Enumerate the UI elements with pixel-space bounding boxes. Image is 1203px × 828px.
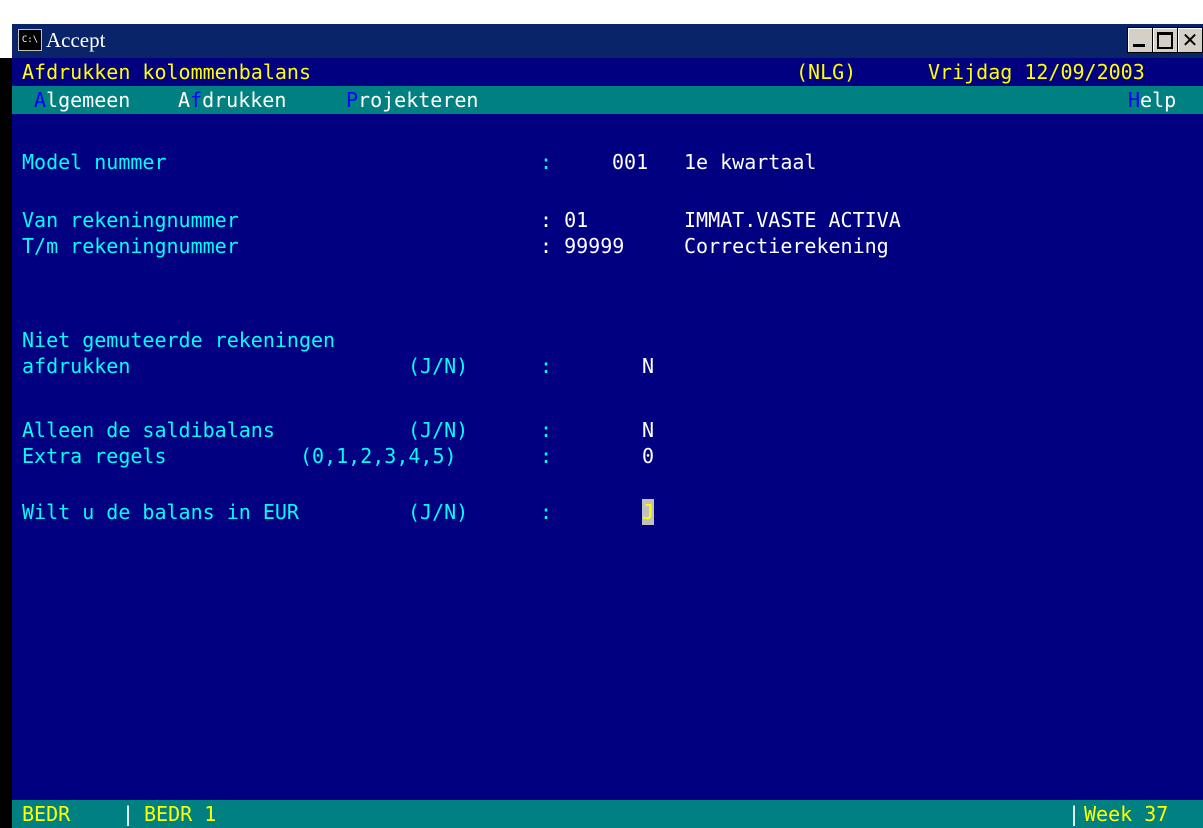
minimize-button[interactable] xyxy=(1127,27,1153,53)
console-window: C:\ Accept ✕ Afdrukken kolommenbalans (N… xyxy=(0,0,1203,828)
to-account-value[interactable]: : 99999 xyxy=(540,233,624,259)
from-account-label: Van rekeningnummer xyxy=(22,208,239,232)
eur-balance-label: Wilt u de balans in EUR xyxy=(22,500,299,524)
from-account-description: IMMAT.VASTE ACTIVA xyxy=(684,208,901,232)
to-account-label: T/m rekeningnummer xyxy=(22,234,239,258)
model-number-value[interactable]: 001 xyxy=(612,149,648,175)
menu-afdrukken-pre: A xyxy=(178,88,191,112)
date-display: Vrijdag 12/09/2003 xyxy=(928,60,1145,84)
minimize-icon xyxy=(1133,44,1145,47)
balance-only-label: Alleen de saldibalans xyxy=(22,418,275,442)
menu-projekteren-hotkey: P xyxy=(346,88,359,112)
status-left: BEDR xyxy=(22,802,71,826)
extra-lines-options: (0,1,2,3,4,5) xyxy=(300,444,457,468)
menu-algemeen-hotkey: A xyxy=(34,88,47,112)
print-options: (J/N) xyxy=(408,354,469,378)
screen-title: Afdrukken kolommenbalans xyxy=(22,60,311,84)
terminal-screen: Afdrukken kolommenbalans (NLG) Vrijdag 1… xyxy=(12,58,1203,828)
status-week: Week 37 xyxy=(1084,802,1169,826)
from-account-value[interactable]: : 01 xyxy=(540,207,588,233)
status-bar: BEDR | BEDR 1 | Week 37 xyxy=(12,800,1203,828)
balance-only-colon: : xyxy=(540,418,553,442)
window-title: Accept xyxy=(46,28,106,52)
menu-algemeen[interactable]: Algemeen xyxy=(34,86,130,114)
menu-bar: Algemeen Afdrukken Projekteren Help xyxy=(12,86,1203,114)
print-unchanged-value[interactable]: N xyxy=(642,353,654,379)
maximize-button[interactable] xyxy=(1152,27,1178,53)
menu-afdrukken-hotkey: f xyxy=(190,88,203,112)
balance-only-value[interactable]: N xyxy=(642,417,654,443)
menu-algemeen-label: lgemeen xyxy=(46,88,131,112)
menu-afdrukken-label: drukken xyxy=(202,88,287,112)
maximize-icon xyxy=(1157,32,1173,49)
to-account-description: Correctierekening xyxy=(684,234,889,258)
menu-help[interactable]: Help xyxy=(1128,86,1176,114)
extra-lines-colon: : xyxy=(540,444,553,468)
print-label: afdrukken xyxy=(22,354,131,378)
eur-balance-input[interactable]: J xyxy=(642,499,654,525)
close-icon: ✕ xyxy=(1181,28,1199,52)
status-divider-1: | xyxy=(122,802,135,826)
eur-balance-options: (J/N) xyxy=(408,500,469,524)
eur-balance-colon: : xyxy=(540,500,553,524)
menu-help-label: elp xyxy=(1140,88,1177,112)
title-strip[interactable] xyxy=(12,24,1203,58)
unchanged-accounts-label: Niet gemuteerde rekeningen xyxy=(22,328,336,352)
form-area: Model nummer : 001 1e kwartaal Van reken… xyxy=(12,114,1203,828)
menu-help-hotkey: H xyxy=(1128,88,1141,112)
console-icon[interactable]: C:\ xyxy=(18,29,42,51)
window-titlebar[interactable]: C:\ Accept ✕ xyxy=(0,0,1203,58)
menu-afdrukken[interactable]: Afdrukken xyxy=(178,86,286,114)
extra-lines-label: Extra regels xyxy=(22,444,167,468)
close-button[interactable]: ✕ xyxy=(1177,27,1203,53)
print-colon: : xyxy=(540,354,553,378)
currency-indicator: (NLG) xyxy=(796,60,857,84)
status-mid: BEDR 1 xyxy=(144,802,217,826)
model-number-colon: : xyxy=(540,150,553,174)
model-number-label: Model nummer xyxy=(22,150,167,174)
extra-lines-value[interactable]: 0 xyxy=(642,443,654,469)
menu-projekteren[interactable]: Projekteren xyxy=(346,86,478,114)
model-number-description: 1e kwartaal xyxy=(684,150,817,174)
status-divider-2: | xyxy=(1068,802,1081,826)
balance-only-options: (J/N) xyxy=(408,418,469,442)
screen-header: Afdrukken kolommenbalans (NLG) Vrijdag 1… xyxy=(12,58,1203,86)
menu-projekteren-label: rojekteren xyxy=(358,88,479,112)
